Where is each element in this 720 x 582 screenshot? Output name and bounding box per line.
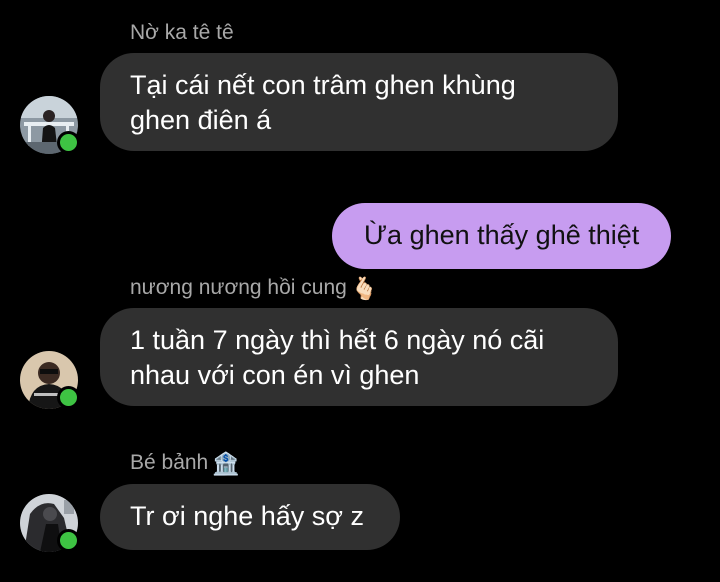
- message-bubble-4[interactable]: Tr ơi nghe hấy sợ z: [100, 484, 400, 550]
- sender-name-2: nương nương hồi cung 🫰🏻: [130, 275, 378, 302]
- bank-icon: 🏦: [212, 451, 240, 476]
- online-status-icon: [57, 131, 80, 154]
- message-text: Ừa ghen thấy ghê thiệt: [364, 220, 640, 250]
- sender-name-3: Bé bảnh 🏦: [130, 450, 240, 477]
- avatar-3[interactable]: [20, 494, 80, 552]
- message-bubble-2[interactable]: Ừa ghen thấy ghê thiệt: [332, 203, 671, 269]
- message-text: 1 tuần 7 ngày thì hết 6 ngày nó cãi nhau…: [130, 325, 545, 390]
- sender-name-text: nương nương hồi cung: [130, 276, 347, 299]
- sender-name-text: Nờ ka tê tê: [130, 21, 234, 44]
- message-text: Tr ơi nghe hấy sợ z: [130, 501, 364, 531]
- avatar-1[interactable]: [20, 96, 80, 154]
- message-text: Tại cái nết con trâm ghen khùng ghen điê…: [130, 70, 516, 135]
- message-bubble-3[interactable]: 1 tuần 7 ngày thì hết 6 ngày nó cãi nhau…: [100, 308, 618, 406]
- online-status-icon: [57, 386, 80, 409]
- online-status-icon: [57, 529, 80, 552]
- avatar-2[interactable]: [20, 351, 80, 409]
- finger-heart-icon: 🫰🏻: [350, 276, 379, 301]
- sender-name-text: Bé bảnh: [130, 451, 209, 474]
- message-bubble-1[interactable]: Tại cái nết con trâm ghen khùng ghen điê…: [100, 53, 618, 151]
- sender-name-1: Nờ ka tê tê: [130, 20, 234, 46]
